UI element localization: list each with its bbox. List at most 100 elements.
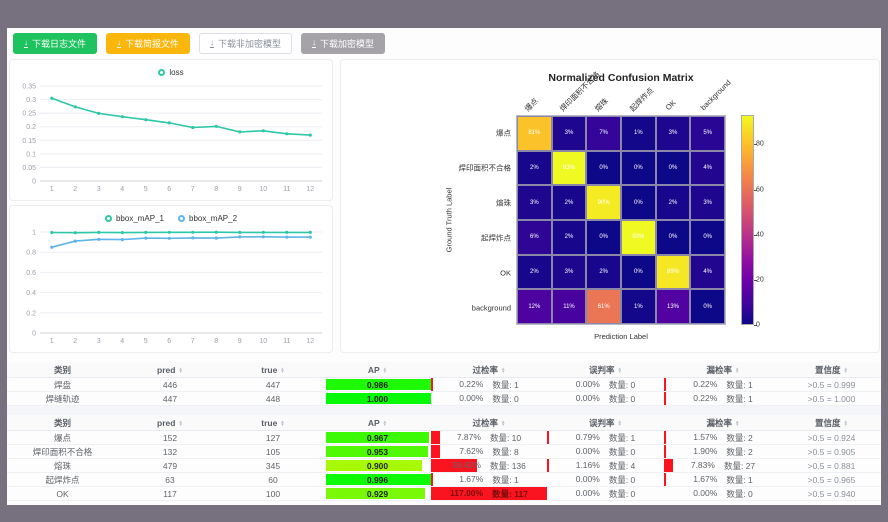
true-count: 105 bbox=[222, 445, 324, 459]
legend-label: bbox_mAP_1 bbox=[116, 214, 164, 223]
download-report-button[interactable]: ↓ 下载简报文件 bbox=[106, 33, 190, 54]
column-header[interactable]: 误判率▲▼ bbox=[547, 362, 664, 378]
rate-percent: 1.90% bbox=[693, 446, 717, 458]
matrix-cell: 6% bbox=[517, 220, 552, 255]
matrix-cell: 2% bbox=[552, 220, 587, 255]
column-header[interactable]: AP▲▼ bbox=[324, 362, 431, 378]
ap-value: 0.967 bbox=[367, 433, 388, 443]
true-count: 447 bbox=[222, 378, 324, 392]
matrix-cell: 0% bbox=[690, 220, 725, 255]
download-plain-model-button[interactable]: ↓ 下载非加密模型 bbox=[199, 33, 292, 54]
matrix-col-label: 爆点 bbox=[522, 96, 540, 114]
svg-text:0.35: 0.35 bbox=[22, 84, 36, 91]
rate-count: 数量: 1 bbox=[492, 474, 518, 486]
column-header-label: 类别 bbox=[54, 418, 71, 428]
ap-cell: 0.967 bbox=[324, 431, 431, 445]
rate-count: 数量: 0 bbox=[609, 393, 635, 405]
ap-cell: 0.996 bbox=[324, 473, 431, 487]
matrix-cell: 3% bbox=[517, 185, 552, 220]
rate-percent: 0.00% bbox=[459, 393, 483, 405]
matrix-row-label: 爆点 bbox=[401, 127, 511, 138]
rate-percent: 39.42% bbox=[452, 460, 481, 472]
legend-item-loss[interactable]: loss bbox=[158, 68, 183, 77]
download-log-button[interactable]: ↓ 下载日志文件 bbox=[13, 33, 97, 54]
table-row: 焊印面积不合格1321050.9537.62%数量: 80.00%数量: 01.… bbox=[7, 445, 881, 459]
column-header[interactable]: true▲▼ bbox=[222, 415, 324, 431]
svg-text:0.6: 0.6 bbox=[26, 270, 36, 277]
sort-icon: ▲▼ bbox=[618, 367, 622, 374]
column-header[interactable]: true▲▼ bbox=[222, 362, 324, 378]
confidence-value: >0.5 = 0.999 bbox=[782, 378, 881, 392]
download-report-label: 下载简报文件 bbox=[125, 37, 179, 50]
rate-percent: 1.67% bbox=[693, 474, 717, 486]
rate-count: 数量: 10 bbox=[490, 432, 521, 444]
matrix-cell: 61% bbox=[586, 289, 621, 324]
true-count: 60 bbox=[222, 473, 324, 487]
matrix-row-label: background bbox=[401, 303, 511, 312]
column-header[interactable]: pred▲▼ bbox=[118, 415, 222, 431]
class-name: 焊印面积不合格 bbox=[7, 445, 118, 459]
column-header-label: pred bbox=[157, 365, 175, 375]
svg-text:4: 4 bbox=[120, 338, 124, 345]
download-encrypted-model-button[interactable]: ↓ 下载加密模型 bbox=[301, 33, 385, 54]
confusion-matrix-grid: 81%3%7%1%3%5%2%93%0%0%0%4%3%2%90%0%2%3%6… bbox=[516, 115, 726, 325]
column-header-label: 过检率 bbox=[473, 365, 499, 375]
pred-count: 152 bbox=[118, 431, 222, 445]
metrics-tables: 类别pred▲▼true▲▼AP▲▼过检率▲▼误判率▲▼漏检率▲▼置信度▲▼焊盘… bbox=[7, 362, 881, 501]
ap-value: 0.929 bbox=[367, 489, 388, 499]
ap-cell: 0.900 bbox=[324, 459, 431, 473]
pred-count: 117 bbox=[118, 487, 222, 501]
colorbar-tick-label: 0 bbox=[756, 322, 760, 329]
svg-text:8: 8 bbox=[214, 338, 218, 345]
true-count: 345 bbox=[222, 459, 324, 473]
rate-percent: 0.00% bbox=[693, 488, 717, 500]
rate-count: 数量: 1 bbox=[726, 474, 752, 486]
rate-percent: 0.00% bbox=[576, 446, 600, 458]
svg-text:7: 7 bbox=[191, 186, 195, 193]
svg-text:10: 10 bbox=[259, 186, 267, 193]
matrix-cell: 2% bbox=[517, 151, 552, 186]
column-header[interactable]: 漏检率▲▼ bbox=[664, 362, 782, 378]
legend-marker-icon bbox=[178, 215, 185, 222]
column-header[interactable]: 过检率▲▼ bbox=[431, 362, 547, 378]
sort-icon: ▲▼ bbox=[735, 420, 739, 427]
matrix-cell: 0% bbox=[656, 220, 691, 255]
matrix-cell: 4% bbox=[690, 255, 725, 290]
summary-table-1: 类别pred▲▼true▲▼AP▲▼过检率▲▼误判率▲▼漏检率▲▼置信度▲▼焊盘… bbox=[7, 362, 881, 406]
rate-percent: 0.22% bbox=[693, 379, 717, 391]
legend-item-bbox_mAP_1[interactable]: bbox_mAP_1 bbox=[105, 214, 164, 223]
confidence-value: >0.5 = 0.940 bbox=[782, 487, 881, 501]
column-header[interactable]: 过检率▲▼ bbox=[431, 415, 547, 431]
sort-icon: ▲▼ bbox=[501, 420, 505, 427]
rate-count: 数量: 117 bbox=[492, 488, 528, 500]
column-header[interactable]: 置信度▲▼ bbox=[782, 362, 881, 378]
svg-text:9: 9 bbox=[238, 338, 242, 345]
matrix-row-label: OK bbox=[401, 268, 511, 277]
weld-pad-metrics-table: 类别pred▲▼true▲▼AP▲▼过检率▲▼误判率▲▼漏检率▲▼置信度▲▼焊盘… bbox=[7, 362, 881, 406]
class-name: OK bbox=[7, 487, 118, 501]
summary-table-2: 类别pred▲▼true▲▼AP▲▼过检率▲▼误判率▲▼漏检率▲▼置信度▲▼爆点… bbox=[7, 415, 881, 501]
column-header[interactable]: AP▲▼ bbox=[324, 415, 431, 431]
rate-count: 数量: 0 bbox=[609, 379, 635, 391]
column-header[interactable]: 漏检率▲▼ bbox=[664, 415, 782, 431]
legend-item-bbox_mAP_2[interactable]: bbox_mAP_2 bbox=[178, 214, 237, 223]
line-chart-plot: 00.20.40.60.81123456789101112 bbox=[10, 226, 332, 348]
matrix-row-label: 焊印面积不合格 bbox=[401, 162, 511, 173]
column-header[interactable]: pred▲▼ bbox=[118, 362, 222, 378]
svg-text:5: 5 bbox=[144, 186, 148, 193]
matrix-col-label: 起焊炸点 bbox=[627, 85, 656, 114]
svg-text:0.2: 0.2 bbox=[26, 124, 36, 131]
matrix-cell: 2% bbox=[586, 255, 621, 290]
svg-text:0: 0 bbox=[32, 331, 36, 338]
pred-count: 447 bbox=[118, 392, 222, 406]
column-header[interactable]: 置信度▲▼ bbox=[782, 415, 881, 431]
column-header[interactable]: 误判率▲▼ bbox=[547, 415, 664, 431]
confidence-value: >0.5 = 0.881 bbox=[782, 459, 881, 473]
svg-text:3: 3 bbox=[97, 338, 101, 345]
colorbar bbox=[741, 115, 754, 325]
matrix-col-label: 熔珠 bbox=[592, 96, 610, 114]
matrix-cell: 2% bbox=[552, 185, 587, 220]
sort-icon: ▲▼ bbox=[618, 420, 622, 427]
svg-text:2: 2 bbox=[73, 186, 77, 193]
matrix-cell: 0% bbox=[621, 185, 656, 220]
